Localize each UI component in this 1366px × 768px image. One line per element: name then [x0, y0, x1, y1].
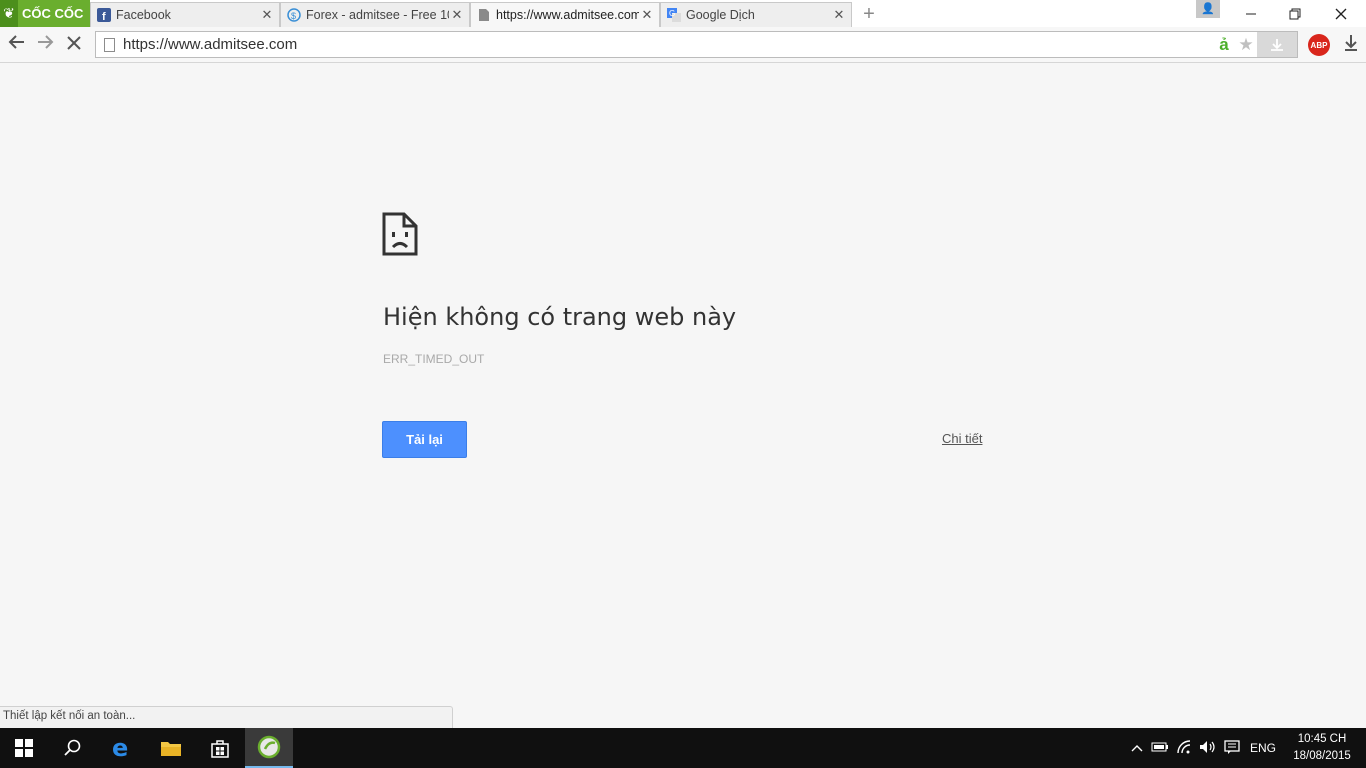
- tab-title: Facebook: [116, 8, 171, 22]
- action-center-icon[interactable]: [1220, 739, 1244, 757]
- error-heading: Hiện không có trang web này: [383, 303, 737, 331]
- profile-icon[interactable]: 👤: [1196, 0, 1220, 18]
- windows-taskbar: e ENG 10:45 CH 18/08/2015: [0, 728, 1366, 768]
- coccoc-app-icon: [257, 735, 281, 759]
- volume-icon[interactable]: [1196, 740, 1220, 757]
- store-bag-icon: [211, 740, 229, 758]
- stop-loading-button[interactable]: [61, 33, 87, 57]
- svg-text:f: f: [102, 11, 106, 22]
- tab-title: Google Dịch: [686, 8, 755, 22]
- coccoc-logo[interactable]: ❦ CỐC CỐC: [0, 0, 90, 27]
- reload-button[interactable]: Tải lại: [382, 421, 467, 458]
- svg-text:$: $: [291, 11, 296, 21]
- omnibox-actions: ả ★: [1213, 32, 1297, 57]
- search-button[interactable]: [48, 728, 96, 768]
- clock-date: 18/08/2015: [1293, 750, 1351, 762]
- close-tab-icon[interactable]: ✕: [449, 7, 465, 23]
- page-icon: [477, 8, 491, 22]
- file-explorer-button[interactable]: [147, 728, 195, 768]
- adblock-plus-icon[interactable]: ABP: [1308, 34, 1330, 56]
- status-bubble: Thiết lập kết nối an toàn...: [0, 706, 453, 728]
- google-translate-icon: G: [667, 8, 681, 22]
- brand-label: CỐC CỐC: [22, 6, 84, 21]
- restore-button[interactable]: [1272, 0, 1318, 27]
- forward-arrow-icon: [38, 35, 54, 49]
- downloads-icon[interactable]: [1340, 33, 1362, 57]
- new-tab-button[interactable]: +: [858, 3, 880, 25]
- back-button[interactable]: [4, 33, 30, 57]
- wifi-icon[interactable]: [1172, 739, 1196, 757]
- edge-taskbar-button[interactable]: e: [98, 728, 146, 768]
- page-info-icon[interactable]: [104, 37, 115, 52]
- details-link[interactable]: Chi tiết: [942, 431, 982, 446]
- tab-title: https://www.admitsee.com: [496, 8, 639, 22]
- facebook-icon: f: [97, 8, 111, 22]
- browser-toolbar: ả ★ ABP: [0, 27, 1366, 63]
- minimize-button[interactable]: [1228, 0, 1274, 27]
- coccoc-leaf-icon: ❦: [0, 0, 18, 27]
- bookmark-star-icon[interactable]: ★: [1235, 35, 1257, 55]
- windows-logo-icon: [15, 739, 33, 757]
- close-window-button[interactable]: [1318, 0, 1364, 27]
- taskbar-clock[interactable]: 10:45 CH 18/08/2015: [1286, 731, 1358, 765]
- store-button[interactable]: [196, 728, 244, 768]
- coccoc-taskbar-button[interactable]: [245, 728, 293, 768]
- svg-text:G: G: [669, 9, 675, 18]
- back-arrow-icon: [8, 35, 24, 49]
- edge-icon: e: [112, 737, 128, 759]
- close-tab-icon[interactable]: ✕: [831, 7, 847, 23]
- tab-forex[interactable]: $ Forex - admitsee - Free 10 ✕: [280, 2, 470, 27]
- close-tab-icon[interactable]: ✕: [639, 7, 655, 23]
- close-tab-icon[interactable]: ✕: [259, 7, 275, 23]
- tab-title: Forex - admitsee - Free 10: [306, 8, 449, 22]
- tab-admitsee[interactable]: https://www.admitsee.com ✕: [470, 2, 660, 27]
- globe-s-icon: $: [287, 8, 301, 22]
- forward-button[interactable]: [32, 33, 58, 57]
- system-tray: ENG: [1130, 728, 1276, 768]
- savior-download-icon[interactable]: [1257, 32, 1297, 57]
- coccoc-dictionary-icon[interactable]: ả: [1213, 35, 1235, 55]
- folder-icon: [161, 742, 181, 756]
- tab-strip: ❦ CỐC CỐC f Facebook ✕ $ Forex - admitse…: [0, 0, 1366, 27]
- tab-facebook[interactable]: f Facebook ✕: [90, 2, 280, 27]
- input-language-indicator[interactable]: ENG: [1250, 741, 1276, 755]
- tab-google-translate[interactable]: G Google Dịch ✕: [660, 2, 852, 27]
- start-button[interactable]: [0, 728, 48, 768]
- url-input[interactable]: [123, 36, 1297, 53]
- error-code: ERR_TIMED_OUT: [383, 352, 485, 366]
- stop-x-icon: [67, 36, 81, 50]
- address-bar[interactable]: ả ★: [95, 31, 1298, 58]
- clock-time: 10:45 CH: [1297, 733, 1347, 745]
- battery-icon[interactable]: [1148, 741, 1172, 755]
- show-hidden-icons-chevron-icon[interactable]: [1130, 741, 1144, 755]
- sad-page-icon: [382, 212, 418, 261]
- svg-text:e: e: [112, 737, 128, 759]
- search-icon: [64, 739, 81, 756]
